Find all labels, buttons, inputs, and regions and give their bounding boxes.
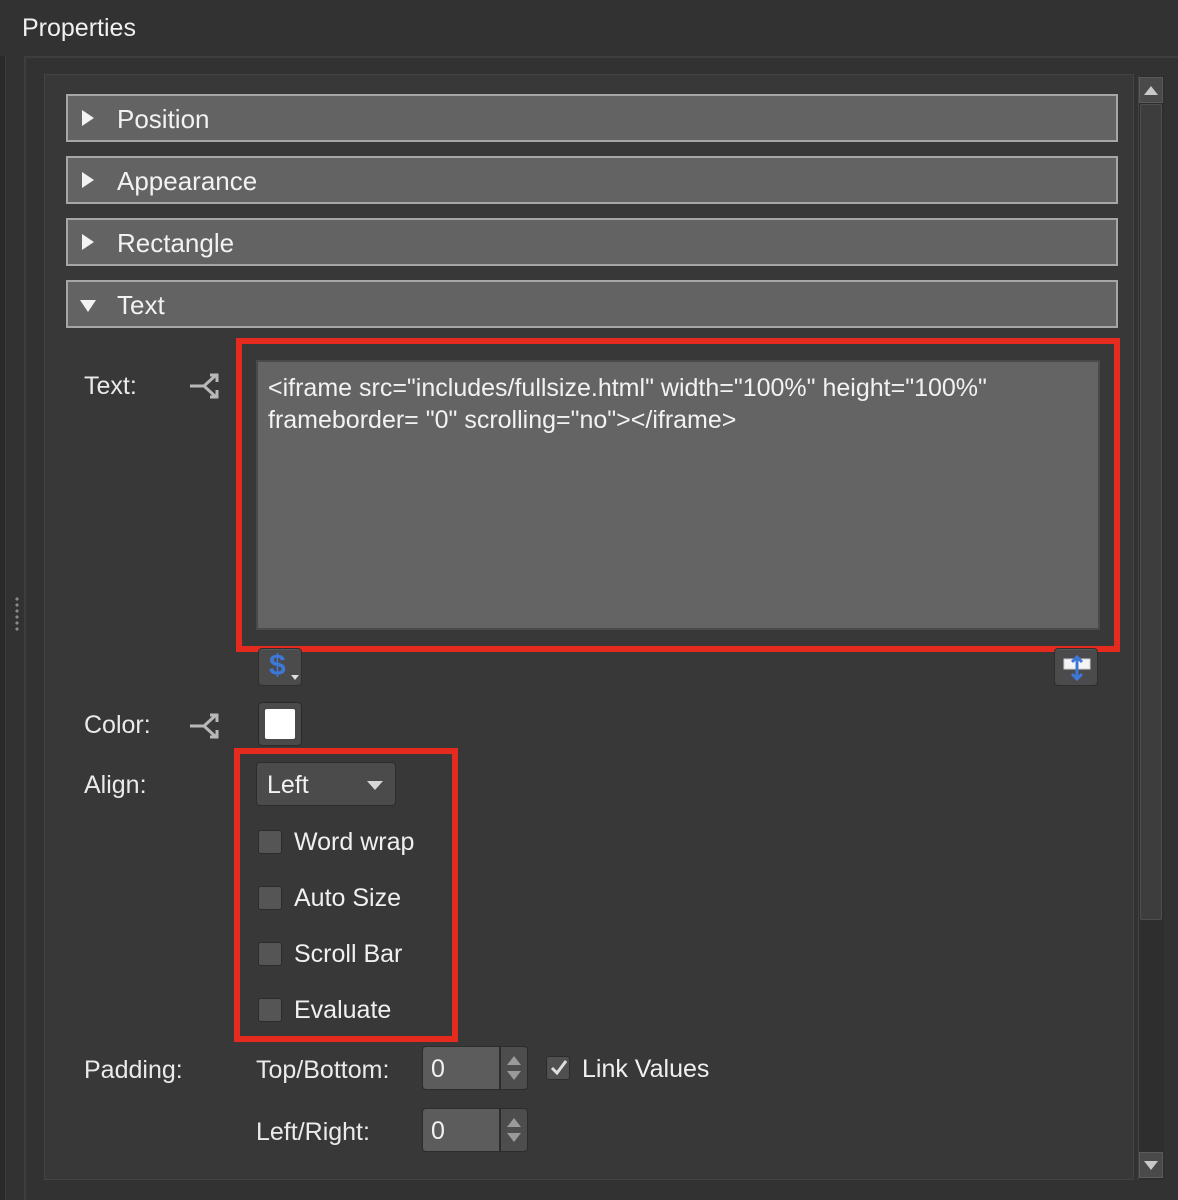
section-position-header[interactable]: Position [66,94,1118,142]
auto-size-checkbox[interactable] [258,886,282,910]
section-label: Appearance [117,166,258,196]
section-text-header[interactable]: Text [66,280,1118,328]
disclosure-triangle-icon [82,110,94,126]
scroll-up-button[interactable] [1139,77,1163,103]
scrollbar-thumb[interactable] [1140,104,1162,920]
top-bottom-input[interactable]: 0 [422,1046,500,1090]
text-label: Text: [84,372,137,400]
color-label: Color: [84,711,151,739]
expand-editor-button[interactable] [1054,648,1098,686]
align-label: Align: [84,771,147,799]
arrow-down-icon [1144,1161,1158,1170]
left-right-label: Left/Right: [256,1118,370,1146]
link-icon[interactable] [188,370,228,400]
top-bottom-stepper[interactable] [500,1046,528,1090]
align-select-value: Left [267,771,309,799]
insert-variable-button[interactable]: $ [258,648,302,686]
section-appearance-header[interactable]: Appearance [66,156,1118,204]
disclosure-triangle-icon [82,234,94,250]
section-label: Position [117,104,210,134]
panel-title: Properties [22,14,136,42]
word-wrap-checkbox[interactable] [258,830,282,854]
link-values-checkbox[interactable] [546,1056,570,1080]
align-select[interactable]: Left [256,762,396,806]
top-bottom-label: Top/Bottom: [256,1056,390,1084]
section-label: Text [117,290,165,320]
arrow-up-icon [1144,86,1158,95]
section-label: Rectangle [117,228,235,258]
left-right-stepper[interactable] [500,1108,528,1152]
scroll-bar-label: Scroll Bar [294,940,403,968]
disclosure-triangle-icon [82,172,94,188]
evaluate-label: Evaluate [294,996,392,1024]
dollar-icon: $ [269,649,286,682]
stepper-down-icon [507,1071,521,1080]
evaluate-checkbox[interactable] [258,998,282,1022]
link-values-label: Link Values [582,1055,710,1083]
scroll-down-button[interactable] [1139,1152,1163,1178]
link-icon[interactable] [188,710,228,740]
checkmark-icon [550,1060,568,1076]
scroll-bar-checkbox[interactable] [258,942,282,966]
left-right-input[interactable]: 0 [422,1108,500,1152]
left-edge [0,56,6,1200]
word-wrap-label: Word wrap [294,828,415,856]
stepper-up-icon [507,1056,521,1065]
stepper-down-icon [507,1133,521,1142]
section-rectangle-header[interactable]: Rectangle [66,218,1118,266]
resize-grip-icon[interactable] [14,596,20,632]
text-content-area[interactable]: <iframe src="includes/fullsize.html" wid… [256,360,1100,630]
chevron-down-icon [291,675,299,680]
auto-size-label: Auto Size [294,884,402,912]
padding-label: Padding: [84,1056,183,1084]
chevron-down-icon [367,781,383,790]
panel-titlebar [0,0,1178,56]
color-swatch[interactable] [258,702,302,746]
color-preview [265,709,295,739]
disclosure-triangle-icon [80,300,96,312]
edit-text-icon [1063,654,1091,682]
stepper-up-icon [507,1118,521,1127]
